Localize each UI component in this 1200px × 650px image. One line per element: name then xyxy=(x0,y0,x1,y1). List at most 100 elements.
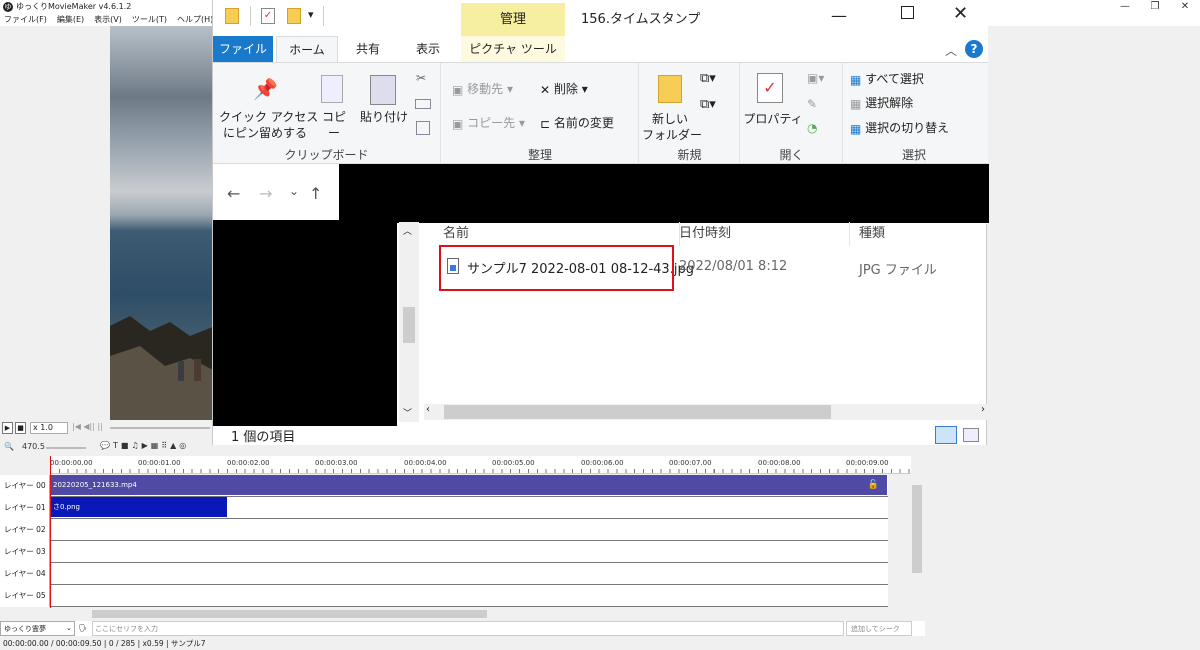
column-date[interactable]: 日付時刻 xyxy=(679,222,731,246)
speaker-icon[interactable]: 🗣 xyxy=(78,621,87,636)
cut-icon[interactable]: ✂ xyxy=(416,71,426,85)
ruler-tick: 00:00:09.00 xyxy=(846,459,889,467)
copy-button[interactable]: コピー xyxy=(317,109,351,141)
scroll-left-icon[interactable]: ‹ xyxy=(426,404,430,415)
playhead[interactable] xyxy=(50,456,51,608)
close-button[interactable]: ✕ xyxy=(953,3,968,24)
move-to-button[interactable]: ▣ 移動先 ▾ xyxy=(452,81,513,98)
scroll-down-icon[interactable]: ﹀ xyxy=(403,406,412,419)
new-folder-qa-icon[interactable] xyxy=(287,8,301,24)
copy-to-button[interactable]: ▣ コピー先 ▾ xyxy=(452,115,525,132)
ymm-title: ゆっくりMovieMaker v4.6.1.2 xyxy=(16,2,132,11)
tab-home[interactable]: ホーム xyxy=(276,36,338,62)
layer-row[interactable]: レイヤー 04 xyxy=(0,563,888,585)
image-clip[interactable]: さ0.png xyxy=(51,497,227,517)
serif-bar: ゆっくり霊夢 ⌄ 🗣 ここにセリフを入力 追加してシーク xyxy=(0,621,925,636)
timeline-vscroll-thumb[interactable] xyxy=(912,485,922,573)
pin-quick-access-button[interactable]: クイック アクセス にピン留めする xyxy=(219,109,318,141)
select-all-button[interactable]: ▦ すべて選択 xyxy=(850,71,924,88)
ymm-restore-button[interactable]: ❐ xyxy=(1140,0,1170,14)
zoom-slider[interactable] xyxy=(46,447,86,449)
forward-arrow-icon[interactable]: → xyxy=(259,184,272,203)
menu-help[interactable]: ヘルプ(H) xyxy=(177,14,213,26)
tab-share[interactable]: 共有 xyxy=(343,36,393,62)
select-all-label: すべて選択 xyxy=(865,72,924,86)
menu-file[interactable]: ファイル(F) xyxy=(4,14,47,26)
rename-button[interactable]: ⊏ 名前の変更 xyxy=(540,115,614,132)
help-icon[interactable]: ? xyxy=(965,40,983,58)
edit-icon[interactable]: ✎ xyxy=(807,97,817,111)
context-tab-manage[interactable]: 管理 xyxy=(461,3,565,36)
timeline-hscroll-thumb[interactable] xyxy=(92,610,487,618)
explorer-title: 156.タイムスタンプ xyxy=(581,12,701,27)
scroll-up-icon[interactable]: ︿ xyxy=(403,224,412,237)
video-clip[interactable]: 20220205_121633.mp4 🔓 xyxy=(51,475,887,495)
speaker-select[interactable]: ゆっくり霊夢 xyxy=(0,621,75,636)
tab-view[interactable]: 表示 xyxy=(403,36,453,62)
pin-icon: 📌 xyxy=(253,77,278,101)
details-view-icon[interactable] xyxy=(935,426,957,444)
paste-shortcut-icon[interactable] xyxy=(416,121,430,135)
file-list-hscroll-thumb[interactable] xyxy=(444,405,831,419)
seek-slider[interactable] xyxy=(110,427,210,429)
copy-path-icon[interactable] xyxy=(415,99,431,109)
explorer-titlebar: ✓ ▾ 管理 156.タイムスタンプ — ✕ xyxy=(213,0,988,36)
easy-access-icon[interactable]: ⧉▾ xyxy=(700,97,716,112)
select-none-button[interactable]: ▦ 選択解除 xyxy=(850,95,913,112)
seek-buttons-icon[interactable]: |◀ ◀|| || xyxy=(72,422,103,431)
customize-qa-icon[interactable]: ▾ xyxy=(308,8,314,21)
layer-label: レイヤー 05 xyxy=(0,585,50,607)
stop-icon[interactable]: ■ xyxy=(15,422,26,434)
add-seek-button[interactable]: 追加してシーク xyxy=(846,621,912,636)
invert-selection-button[interactable]: ▦ 選択の切り替え xyxy=(850,120,949,137)
copy-to-label: コピー先 xyxy=(467,116,516,130)
tab-file[interactable]: ファイル xyxy=(213,36,273,62)
lock-icon[interactable]: 🔓 xyxy=(868,475,879,495)
history-icon[interactable]: ◔ xyxy=(807,121,817,135)
column-name[interactable]: 名前 xyxy=(443,222,469,246)
scroll-right-icon[interactable]: › xyxy=(981,404,985,415)
folder-icon[interactable] xyxy=(225,8,239,24)
menu-view[interactable]: 表示(V) xyxy=(94,14,122,26)
up-arrow-icon[interactable]: ↑ xyxy=(309,184,322,203)
nav-pane-scroll-thumb[interactable] xyxy=(403,307,415,343)
maximize-button[interactable] xyxy=(901,6,914,19)
properties-button[interactable]: プロパティ xyxy=(743,111,803,127)
new-item-icon[interactable]: ⧉▾ xyxy=(700,71,716,86)
ruler-tick: 00:00:05.00 xyxy=(492,459,535,467)
timeline-ruler[interactable]: 00:00:00.00 00:00:01.00 00:00:02.00 00:0… xyxy=(50,456,911,474)
ymm-close-button[interactable]: ✕ xyxy=(1170,0,1200,14)
speed-select[interactable]: x 1.0 xyxy=(30,422,68,434)
ymm-minimize-button[interactable]: — xyxy=(1110,0,1140,14)
back-arrow-icon[interactable]: ← xyxy=(227,184,240,203)
minimize-button[interactable]: — xyxy=(831,6,847,25)
tab-picture-tools[interactable]: ピクチャ ツール xyxy=(461,36,565,62)
menu-tools[interactable]: ツール(T) xyxy=(132,14,167,26)
column-type[interactable]: 種類 xyxy=(859,222,885,246)
new-folder-button[interactable]: 新しい フォルダー xyxy=(642,111,702,143)
layer-row[interactable]: レイヤー 05 xyxy=(0,585,888,607)
layer-row[interactable]: レイヤー 02 xyxy=(0,519,888,541)
delete-button[interactable]: ✕ 削除 ▾ xyxy=(540,81,588,98)
large-icons-view-icon[interactable] xyxy=(963,428,979,442)
video-preview xyxy=(110,26,215,420)
item-count: 1 個の項目 xyxy=(231,430,296,445)
group-label: 整理 xyxy=(527,148,552,162)
player-toolbar: ▶ ■ x 1.0 |◀ ◀|| || xyxy=(0,421,212,435)
group-select: ▦ すべて選択 ▦ 選択解除 ▦ 選択の切り替え 選択 xyxy=(844,63,984,165)
layer-row[interactable]: レイヤー 03 xyxy=(0,541,888,563)
item-tool-icons[interactable]: 💬T■♫▶▦⠿▲◎ xyxy=(100,441,189,450)
serif-input[interactable]: ここにセリフを入力 xyxy=(92,621,844,636)
layer-label: レイヤー 01 xyxy=(0,497,50,519)
invert-selection-icon: ▦ xyxy=(850,121,862,136)
properties-qa-icon[interactable]: ✓ xyxy=(261,8,275,24)
ruler-tick: 00:00:07.00 xyxy=(669,459,712,467)
ruler-tick: 00:00:00.00 xyxy=(50,459,93,467)
collapse-ribbon-icon[interactable]: ︿ xyxy=(945,42,957,59)
open-icon[interactable]: ▣▾ xyxy=(807,71,824,85)
paste-button[interactable]: 貼り付け xyxy=(359,109,409,125)
recent-chevron-icon[interactable]: ⌄ xyxy=(289,184,299,198)
play-icon[interactable]: ▶ xyxy=(2,422,13,434)
group-clipboard: 📌 クイック アクセス にピン留めする コピー 貼り付け ✂ クリップボード xyxy=(213,63,441,165)
menu-edit[interactable]: 編集(E) xyxy=(57,14,84,26)
